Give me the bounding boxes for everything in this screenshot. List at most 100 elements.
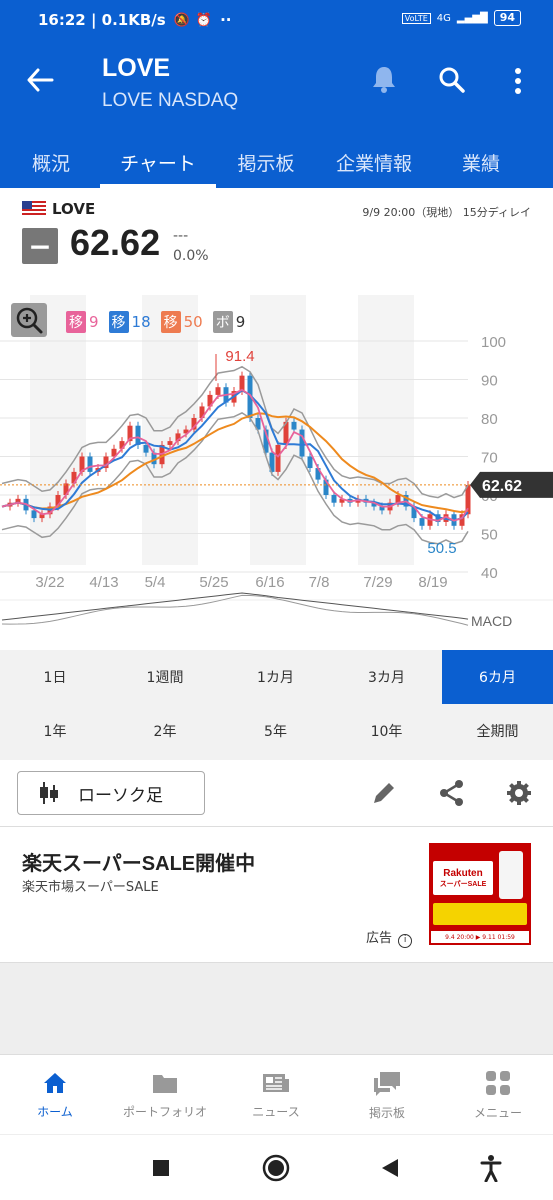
- ticker-row: LOVE: [22, 200, 95, 218]
- nav-home[interactable]: ホーム: [0, 1055, 110, 1135]
- back-arrow-icon[interactable]: [26, 67, 54, 93]
- system-navigation: [0, 1134, 553, 1200]
- alarm-icon: ⏰: [195, 12, 213, 28]
- price-change: ---: [173, 228, 189, 244]
- candle-body: [215, 387, 221, 395]
- period-3m[interactable]: 3カ月: [331, 650, 442, 704]
- candle-body: [419, 518, 425, 526]
- info-icon[interactable]: i: [398, 934, 413, 948]
- macd-label: MACD: [471, 613, 512, 629]
- app-header: LOVE LOVE NASDAQ 概況 チャート 掲示板 企業情報 業績: [0, 40, 553, 188]
- quote-timestamp: 9/9 20:00（現地） 15分ディレイ: [362, 206, 531, 219]
- bell-icon[interactable]: [370, 64, 398, 94]
- ad-image[interactable]: Rakuten スーパーSALE 9.4 20:00 ▶ 9.11 01:59: [429, 843, 531, 945]
- candle-body: [291, 421, 297, 430]
- tab-overview[interactable]: 概況: [10, 136, 92, 188]
- grid-icon: [486, 1070, 510, 1095]
- current-price: 62.62: [70, 222, 161, 263]
- us-flag-icon: [22, 201, 46, 217]
- overflow-menu-icon[interactable]: [513, 67, 523, 95]
- legend-ma9[interactable]: 移 9: [66, 311, 99, 333]
- tab-company-info[interactable]: 企業情報: [320, 136, 428, 188]
- indicator-legend: 移 9 移 18 移 50 ボ 9: [66, 311, 245, 333]
- tab-bar: 概況 チャート 掲示板 企業情報 業績: [0, 136, 553, 188]
- change-direction-badge: −: [22, 228, 58, 264]
- home-circle-icon[interactable]: [262, 1154, 290, 1182]
- candle-body: [143, 444, 149, 453]
- candle-body: [135, 425, 141, 445]
- period-1d[interactable]: 1日: [0, 650, 110, 704]
- divider: [0, 826, 553, 827]
- x-tick-label: 8/19: [418, 574, 447, 591]
- network-label: 4G: [436, 12, 451, 24]
- candlestick-icon: [40, 782, 58, 804]
- candle-body: [167, 441, 173, 445]
- tab-earnings[interactable]: 業績: [440, 136, 522, 188]
- ad-spacer: [0, 962, 553, 1054]
- folder-icon: [153, 1074, 177, 1093]
- nav-board[interactable]: 掲示板: [332, 1055, 442, 1135]
- gear-icon[interactable]: [504, 778, 534, 808]
- period-1y[interactable]: 1年: [0, 704, 110, 758]
- candle-body: [275, 444, 281, 472]
- y-tick-label: 70: [481, 450, 498, 467]
- period-6m[interactable]: 6カ月: [442, 650, 553, 704]
- period-1w[interactable]: 1週間: [110, 650, 220, 704]
- price-change-percent: 0.0%: [173, 248, 209, 264]
- candle-body: [31, 510, 37, 519]
- period-all[interactable]: 全期間: [442, 704, 553, 758]
- home-icon: [44, 1072, 66, 1093]
- back-triangle-icon[interactable]: [380, 1157, 400, 1179]
- y-tick-label: 80: [481, 411, 498, 428]
- ad-subtitle: 楽天市場スーパーSALE: [22, 880, 159, 895]
- ad-title[interactable]: 楽天スーパーSALE開催中: [22, 847, 255, 876]
- legend-ma18[interactable]: 移 18: [108, 311, 151, 333]
- y-tick-label: 50: [481, 527, 498, 544]
- bottom-navigation: ホーム ポートフォリオ ニュース 掲示板 メニュー: [0, 1054, 553, 1134]
- x-tick-label: 6/16: [255, 574, 284, 591]
- candle-body: [299, 429, 305, 457]
- page-subtitle: LOVE NASDAQ: [102, 90, 239, 111]
- nav-news[interactable]: ニュース: [221, 1055, 331, 1135]
- ticker-symbol: LOVE: [52, 200, 96, 218]
- status-bar: 16:22 | 0.1KB/s 🔕 ⏰ ·· VoLTE 4G ▂▄▆█ 94: [0, 0, 553, 40]
- period-1m[interactable]: 1カ月: [220, 650, 331, 704]
- price-chart[interactable]: 1009080706050403/224/135/45/256/167/87/2…: [0, 295, 553, 650]
- chart-type-label: ローソク足: [78, 785, 163, 806]
- zoom-in-icon: [16, 307, 43, 334]
- ad-label: 広告 i: [366, 927, 413, 948]
- chart-type-button[interactable]: ローソク足: [17, 771, 205, 815]
- x-tick-label: 3/22: [35, 574, 64, 591]
- legend-bollinger[interactable]: ボ 9: [212, 311, 245, 333]
- period-10y[interactable]: 10年: [331, 704, 442, 758]
- share-icon[interactable]: [437, 778, 467, 808]
- ad-image-caption: スーパーSALE: [439, 880, 487, 888]
- news-icon: [263, 1073, 289, 1092]
- ad-image-dates: 9.4 20:00 ▶ 9.11 01:59: [431, 931, 529, 943]
- signal-icon: ▂▄▆█: [456, 12, 488, 24]
- nav-menu[interactable]: メニュー: [443, 1055, 553, 1135]
- candle-body: [239, 375, 245, 392]
- tab-board[interactable]: 掲示板: [222, 136, 310, 188]
- x-tick-label: 4/13: [89, 574, 118, 591]
- zoom-button[interactable]: [11, 303, 47, 337]
- accessibility-icon[interactable]: [480, 1154, 502, 1182]
- pencil-icon[interactable]: [369, 778, 399, 808]
- volte-icon: VoLTE: [401, 12, 431, 24]
- x-tick-label: 5/4: [145, 574, 166, 591]
- page-title: LOVE: [102, 54, 171, 82]
- y-tick-label: 40: [481, 565, 498, 582]
- period-5y[interactable]: 5年: [220, 704, 331, 758]
- legend-ma50[interactable]: 移 50: [160, 311, 203, 333]
- nav-portfolio[interactable]: ポートフォリオ: [110, 1055, 220, 1135]
- ad-image-logo: Rakuten: [443, 867, 483, 879]
- chart-canvas[interactable]: 1009080706050403/224/135/45/256/167/87/2…: [0, 295, 553, 650]
- y-tick-label: 90: [481, 373, 498, 390]
- chat-icon: [374, 1071, 400, 1096]
- period-2y[interactable]: 2年: [110, 704, 220, 758]
- recent-apps-icon[interactable]: [152, 1159, 170, 1177]
- search-icon[interactable]: [438, 66, 466, 94]
- tab-chart[interactable]: チャート: [100, 136, 216, 188]
- candle-body: [331, 495, 337, 503]
- status-time: 16:22 | 0.1KB/s: [38, 11, 166, 29]
